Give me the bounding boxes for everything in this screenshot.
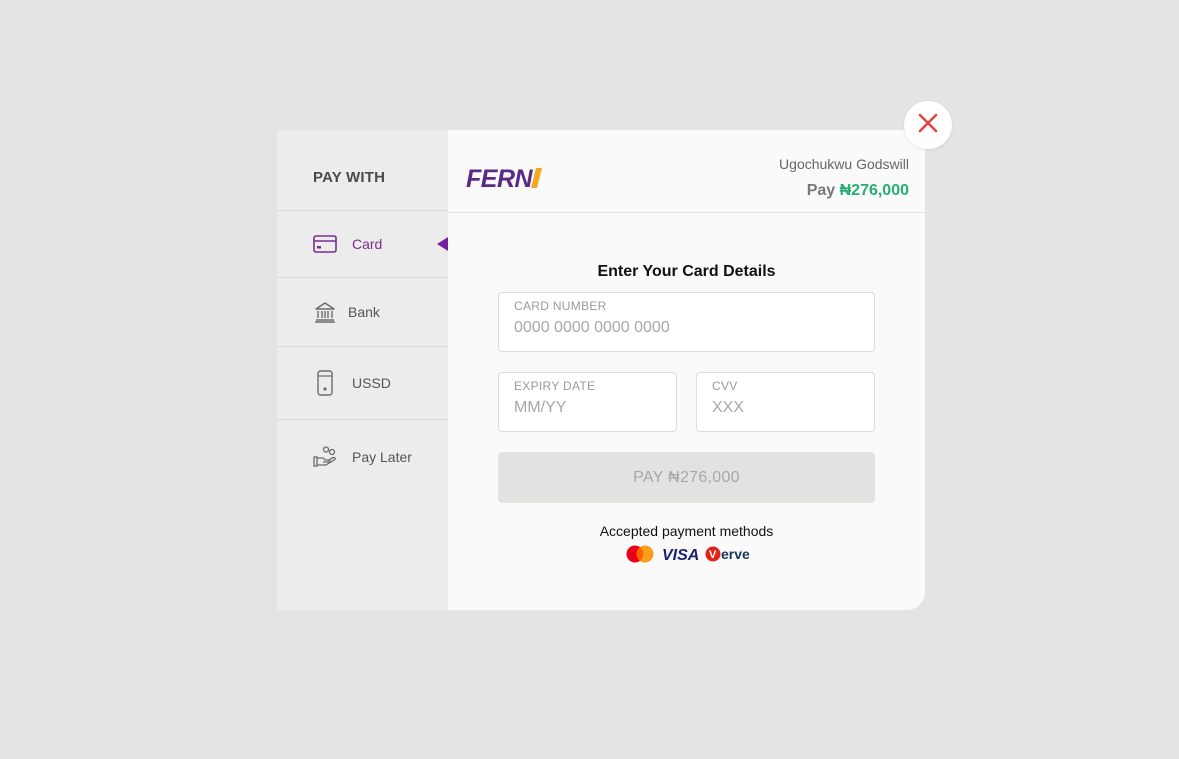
visa-logo: VISA (661, 546, 699, 567)
pay-amount: Pay ₦276,000 (807, 182, 909, 200)
method-card[interactable]: Card (277, 211, 448, 278)
expiry-date-input[interactable] (514, 399, 661, 417)
close-icon (918, 113, 938, 138)
pay-label: Pay (806, 182, 836, 199)
payment-modal: PAY WITH Card Bank USSD Pay Later FERN U… (277, 130, 925, 610)
svg-text:FERN: FERN (466, 166, 534, 190)
cvv-input[interactable] (712, 399, 859, 417)
card-number-input[interactable] (514, 319, 859, 337)
form-title: Enter Your Card Details (597, 263, 776, 280)
hand-coins-icon (312, 444, 338, 470)
active-indicator-arrow (437, 237, 448, 251)
expiry-date-field[interactable]: EXPIRY DATE (498, 372, 677, 432)
card-number-field[interactable]: CARD NUMBER (498, 292, 875, 352)
close-button[interactable] (904, 101, 952, 149)
accepted-methods-label: Accepted payment methods (599, 523, 774, 539)
bank-icon (312, 299, 338, 325)
method-card-label: Card (352, 236, 383, 252)
payment-brands: VISA V erve (448, 545, 925, 568)
svg-text:erve: erve (721, 546, 749, 562)
phone-icon (312, 370, 338, 396)
payment-method-sidebar: PAY WITH Card Bank USSD Pay Later (277, 130, 448, 610)
method-bank[interactable]: Bank (277, 278, 448, 347)
mastercard-logo (625, 545, 655, 568)
cvv-label: CVV (712, 379, 738, 393)
amount-value: ₦276,000 (839, 182, 909, 199)
method-pay-later[interactable]: Pay Later (277, 420, 448, 493)
expiry-date-label: EXPIRY DATE (514, 379, 596, 393)
method-pay-later-label: Pay Later (352, 448, 412, 465)
svg-text:VISA: VISA (662, 547, 699, 562)
method-ussd-label: USSD (352, 375, 391, 391)
method-bank-label: Bank (348, 304, 380, 320)
card-icon (312, 231, 338, 257)
svg-text:V: V (709, 549, 717, 561)
sidebar-title: PAY WITH (277, 130, 448, 211)
payment-header: FERN Ugochukwu Godswill Pay ₦276,000 (448, 130, 925, 213)
fern-logo: FERN (466, 165, 552, 195)
verve-logo: V erve (705, 545, 750, 568)
payment-main-panel: FERN Ugochukwu Godswill Pay ₦276,000 Ent… (448, 130, 925, 610)
payer-name: Ugochukwu Godswill (779, 156, 909, 172)
pay-button[interactable]: PAY ₦276,000 (498, 452, 875, 503)
card-number-label: CARD NUMBER (514, 299, 607, 313)
cvv-field[interactable]: CVV (696, 372, 875, 432)
method-ussd[interactable]: USSD (277, 347, 448, 420)
